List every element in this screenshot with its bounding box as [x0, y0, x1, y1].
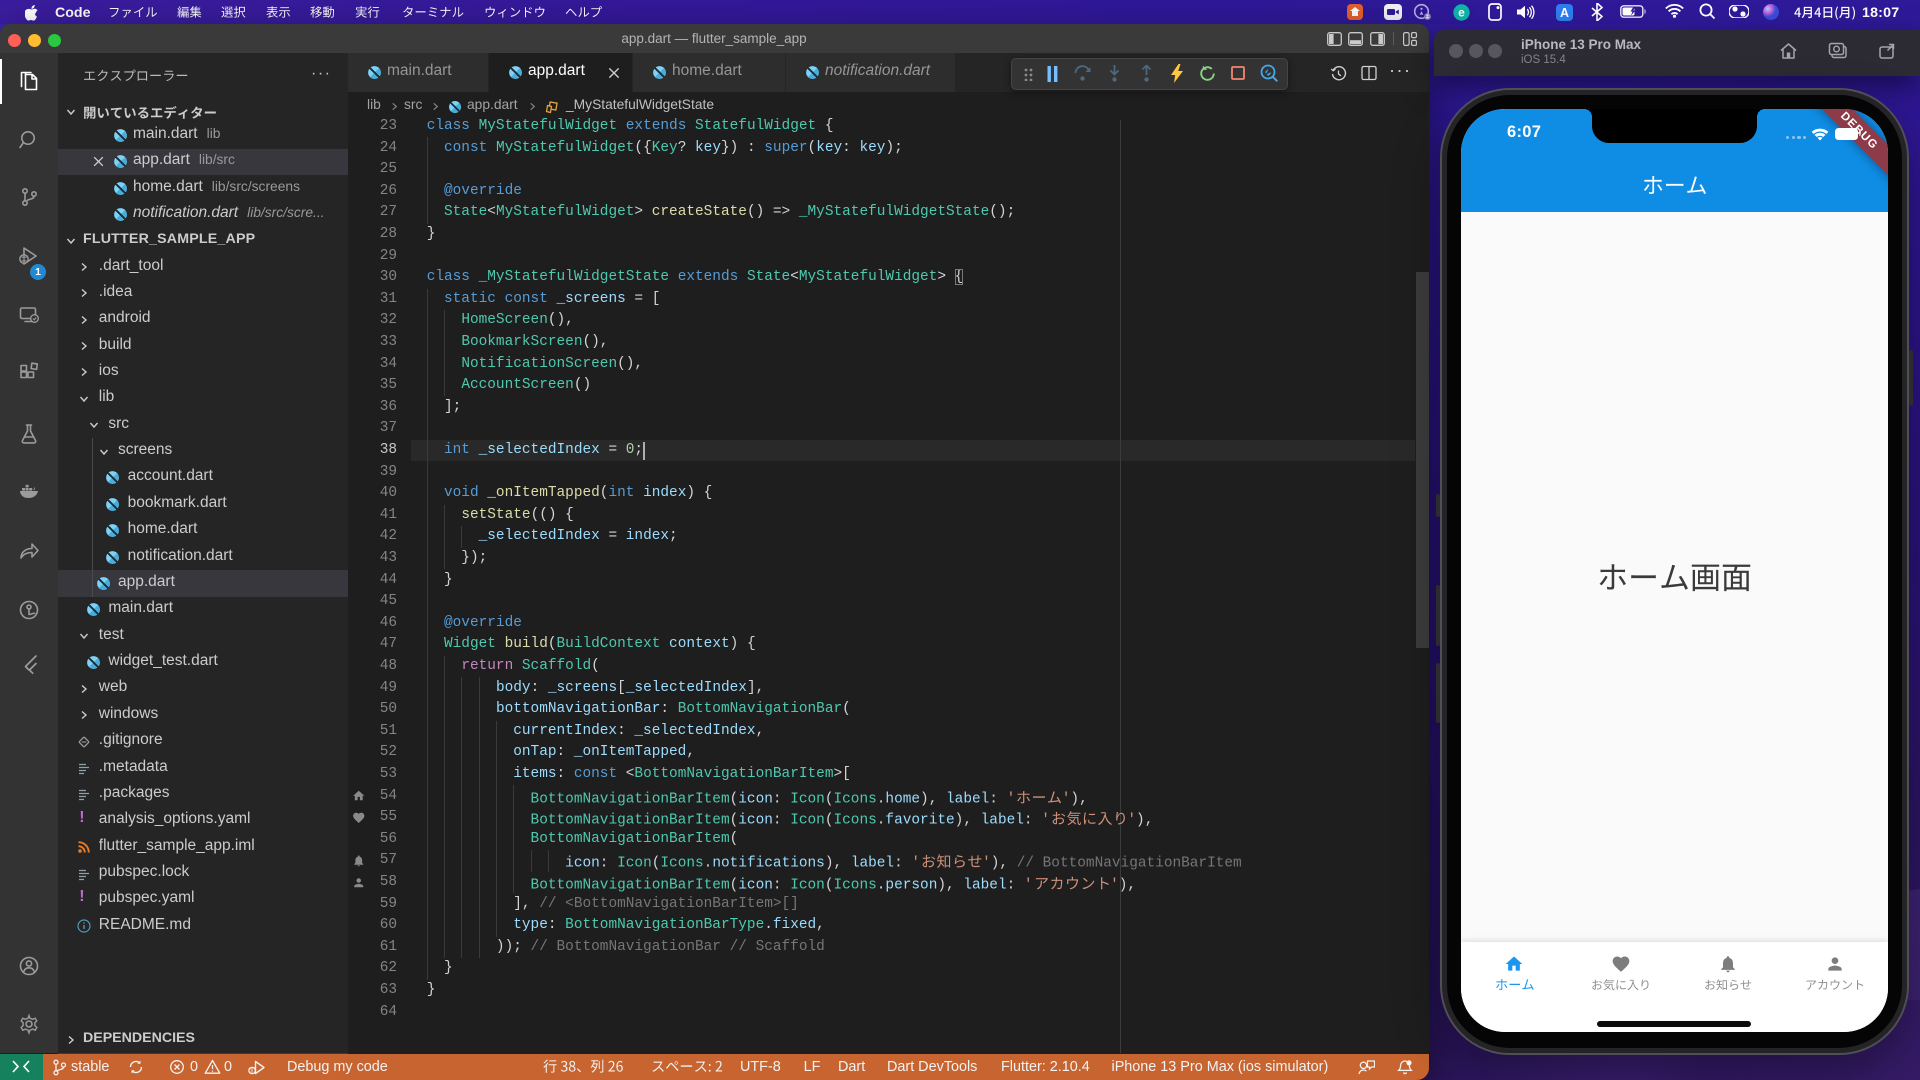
svg-text:e: e — [1458, 6, 1465, 20]
svg-text:A: A — [1560, 6, 1569, 20]
